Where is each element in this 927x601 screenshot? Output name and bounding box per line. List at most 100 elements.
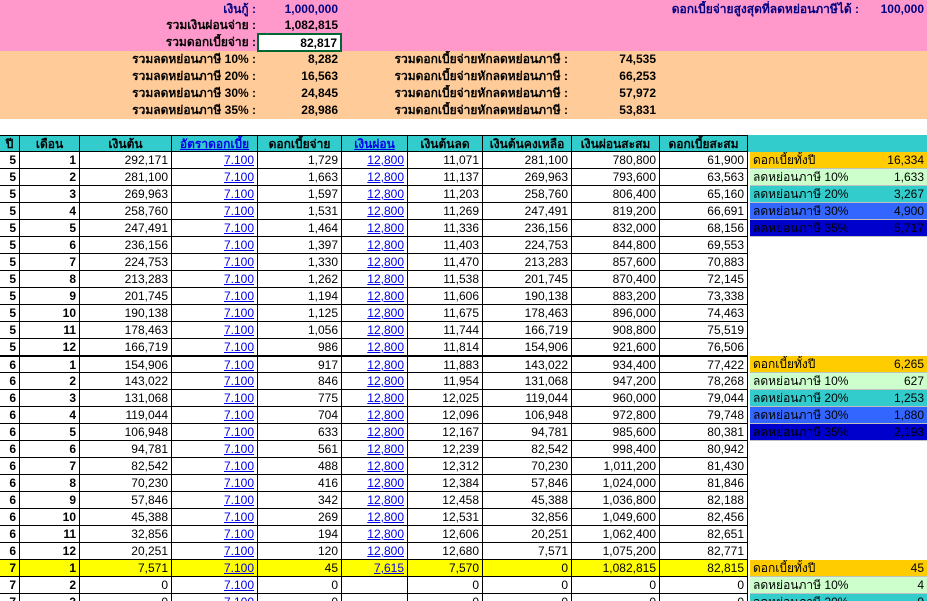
col-header-payment[interactable]: เงินผ่อน [342,135,408,152]
table-cell[interactable]: 7,570 [408,560,483,577]
table-cell[interactable]: 7.100 [172,594,258,601]
table-cell[interactable]: 7 [20,254,80,271]
side-value[interactable]: 1,253 [862,390,927,407]
table-cell[interactable]: 9 [20,288,80,305]
table-cell[interactable]: 6 [0,390,20,407]
table-cell[interactable]: 1,330 [258,254,342,271]
table-cell[interactable]: 7.100 [172,254,258,271]
table-cell[interactable]: 7.100 [172,390,258,407]
table-cell[interactable]: 11,744 [408,322,483,339]
table-cell[interactable]: 7.100 [172,543,258,560]
table-cell[interactable]: 7.100 [172,458,258,475]
table-cell[interactable]: 12,800 [342,220,408,237]
net-interest-value[interactable]: 66,253 [571,68,659,85]
table-cell[interactable]: 213,283 [80,271,172,288]
table-cell[interactable]: 11,203 [408,186,483,203]
table-cell[interactable]: 342 [258,492,342,509]
table-cell[interactable]: 2 [20,169,80,186]
col-header-balance[interactable]: เงินต้นคงเหลือ [483,135,572,152]
table-cell[interactable]: 45,388 [80,509,172,526]
table-cell[interactable]: 908,800 [572,322,660,339]
table-cell[interactable]: 7.100 [172,441,258,458]
table-cell[interactable]: 0 [660,577,748,594]
table-cell[interactable]: 57,846 [80,492,172,509]
table-cell[interactable]: 921,600 [572,339,660,356]
net-interest-value[interactable]: 57,972 [571,85,659,102]
table-cell[interactable]: 12,800 [342,441,408,458]
table-cell[interactable]: 201,745 [483,271,572,288]
table-cell[interactable]: 1,663 [258,169,342,186]
table-cell[interactable]: 704 [258,407,342,424]
table-cell[interactable]: 247,491 [483,203,572,220]
side-value[interactable]: 1,633 [862,169,927,186]
table-cell[interactable]: 78,268 [660,373,748,390]
table-cell[interactable]: 66,691 [660,203,748,220]
table-cell[interactable]: 6 [0,407,20,424]
table-cell[interactable]: 45 [258,560,342,577]
side-value[interactable]: 4,900 [862,203,927,220]
table-cell[interactable]: 0 [660,594,748,601]
table-cell[interactable]: 11,071 [408,152,483,169]
table-cell[interactable]: 12 [20,339,80,356]
table-cell[interactable]: 166,719 [80,339,172,356]
table-cell[interactable]: 12,384 [408,475,483,492]
table-cell[interactable]: 4 [20,407,80,424]
table-cell[interactable]: 11,675 [408,305,483,322]
total-interest-value-selected-cell[interactable]: 82,817 [257,33,342,52]
table-cell[interactable]: 6 [0,441,20,458]
loan-value[interactable]: 1,000,000 [259,1,341,18]
table-cell[interactable]: 947,200 [572,373,660,390]
table-cell[interactable]: 6 [0,373,20,390]
table-cell[interactable]: 7.100 [172,152,258,169]
table-cell[interactable]: 7,571 [80,560,172,577]
table-cell[interactable]: 846 [258,373,342,390]
table-cell[interactable]: 1,531 [258,203,342,220]
side-value[interactable]: 3,267 [862,186,927,203]
table-cell[interactable]: 292,171 [80,152,172,169]
table-cell[interactable]: 5 [0,254,20,271]
table-cell[interactable]: 82,771 [660,543,748,560]
table-cell[interactable]: 6 [0,526,20,543]
table-cell[interactable]: 2 [20,577,80,594]
table-cell[interactable]: 896,000 [572,305,660,322]
table-cell[interactable]: 106,948 [483,407,572,424]
col-header-principal-reduced[interactable]: เงินต้นลด [408,135,483,152]
table-cell[interactable]: 561 [258,441,342,458]
table-cell[interactable]: 131,068 [80,390,172,407]
table-cell[interactable]: 12,800 [342,373,408,390]
table-cell[interactable]: 5 [0,288,20,305]
table-cell[interactable]: 7.100 [172,373,258,390]
table-cell[interactable]: 20,251 [80,543,172,560]
tax-deduct-value[interactable]: 24,845 [259,85,341,102]
table-cell[interactable]: 106,948 [80,424,172,441]
table-cell[interactable]: 7.100 [172,424,258,441]
table-cell[interactable]: 12,025 [408,390,483,407]
table-cell[interactable]: 6 [0,509,20,526]
table-cell[interactable]: 1,049,600 [572,509,660,526]
table-cell[interactable]: 6 [20,441,80,458]
table-cell[interactable]: 7.100 [172,220,258,237]
table-cell[interactable]: 12,096 [408,407,483,424]
table-cell[interactable]: 0 [408,594,483,601]
table-cell[interactable]: 844,800 [572,237,660,254]
table-cell[interactable]: 7.100 [172,509,258,526]
table-cell[interactable]: 7,571 [483,543,572,560]
table-cell[interactable]: 120 [258,543,342,560]
table-cell[interactable]: 4 [20,203,80,220]
tax-deduct-value[interactable]: 16,563 [259,68,341,85]
table-cell[interactable]: 82,456 [660,509,748,526]
table-cell[interactable]: 6 [0,424,20,441]
table-cell[interactable]: 281,100 [80,169,172,186]
table-cell[interactable]: 416 [258,475,342,492]
table-cell[interactable]: 7.100 [172,322,258,339]
table-cell[interactable]: 12,800 [342,237,408,254]
table-cell[interactable]: 12,800 [342,288,408,305]
table-cell[interactable] [342,577,408,594]
table-cell[interactable]: 11,538 [408,271,483,288]
table-cell[interactable]: 119,044 [80,407,172,424]
table-cell[interactable]: 633 [258,424,342,441]
table-cell[interactable]: 2 [20,373,80,390]
table-cell[interactable]: 1,036,800 [572,492,660,509]
tax-deduct-value[interactable]: 28,986 [259,102,341,119]
table-cell[interactable]: 76,506 [660,339,748,356]
